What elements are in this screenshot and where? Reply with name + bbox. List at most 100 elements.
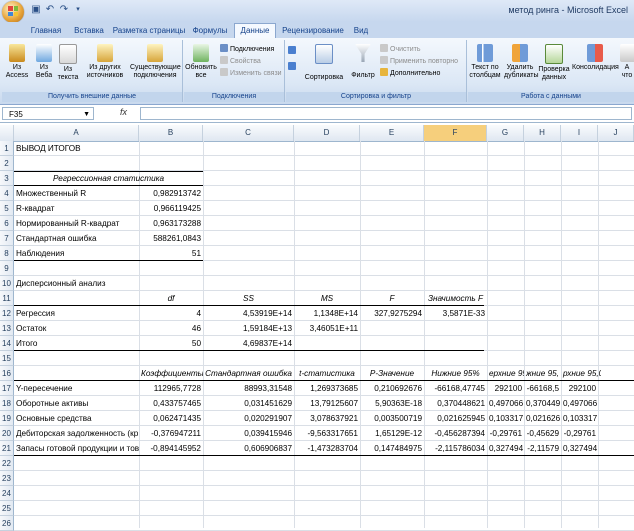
row-header-4[interactable]: 4 [0,186,14,201]
cell-h20[interactable]: -0,45629 [524,426,561,441]
cell-b14[interactable]: 50 [139,336,203,351]
cell-a19[interactable]: Основные средства [14,411,139,426]
edit-links-button[interactable]: Изменить связи [220,68,282,79]
cell-a14[interactable]: Итого [14,336,139,351]
connections-button[interactable]: Подключения [220,44,274,55]
cell-b4[interactable]: 0,982913742 [139,186,203,201]
insert-function-icon[interactable]: fx [120,107,127,117]
cell-g17[interactable]: 292100 [487,381,524,396]
cell-a17[interactable]: Y-пересечение [14,381,139,396]
cell-a13[interactable]: Остаток [14,321,139,336]
redo-icon[interactable]: ↷ [58,4,70,16]
row-header-1[interactable]: 1 [0,141,14,156]
cell-c17[interactable]: 88993,31548 [203,381,294,396]
formula-input[interactable] [140,107,632,120]
row-header-5[interactable]: 5 [0,201,14,216]
cell-i16[interactable]: рхние 95,0% [561,366,601,381]
column-header-i[interactable]: I [561,125,598,141]
tab-review[interactable]: Рецензирование [280,24,346,38]
cell-b6[interactable]: 0,963173288 [139,216,203,231]
column-header-b[interactable]: B [139,125,203,141]
remove-duplicates-button[interactable]: Удалить дубликаты [504,44,539,80]
what-if-button[interactable]: Ачто [620,44,634,80]
cell-d17[interactable]: 1,269373685 [294,381,360,396]
cell-f18[interactable]: 0,370448621 [424,396,487,411]
cell-a1[interactable]: ВЫВОД ИТОГОВ [14,141,214,156]
cell-b7[interactable]: 588261,0843 [139,231,203,246]
undo-icon[interactable]: ↶ [44,4,56,16]
cell-d12[interactable]: 1,1348E+14 [294,306,360,321]
row-header-11[interactable]: 11 [0,291,14,306]
cell-a8[interactable]: Наблюдения [14,246,139,261]
cell-a7[interactable]: Стандартная ошибка [14,231,139,246]
cell-e17[interactable]: 0,210692676 [360,381,424,396]
text-to-columns-button[interactable]: Текст по столбцам [468,44,502,80]
row-header-9[interactable]: 9 [0,261,14,276]
cell-h19[interactable]: 0,021626 [524,411,561,426]
filter-button[interactable]: Фильтр [348,44,378,80]
row-header-3[interactable]: 3 [0,171,14,186]
column-header-e[interactable]: E [360,125,424,141]
cell-a4[interactable]: Множественный R [14,186,139,201]
row-header-23[interactable]: 23 [0,471,14,486]
row-header-14[interactable]: 14 [0,336,14,351]
cell-e18[interactable]: 5,90363E-18 [360,396,424,411]
cell-f16[interactable]: Нижние 95% [424,366,487,381]
office-button[interactable] [2,1,24,23]
cell-c12[interactable]: 4,53919E+14 [203,306,294,321]
row-header-26[interactable]: 26 [0,516,14,531]
cell-d20[interactable]: -9,563317651 [294,426,360,441]
cell-b12[interactable]: 4 [139,306,203,321]
cell-i17[interactable]: 292100 [561,381,598,396]
cell-e16[interactable]: P-Значение [360,366,424,381]
cell-d16[interactable]: t-статистика [294,366,360,381]
cell-d13[interactable]: 3,46051E+11 [294,321,360,336]
cell-h21[interactable]: -2,11579 [524,441,561,456]
cell-c18[interactable]: 0,031451629 [203,396,294,411]
cell-b13[interactable]: 46 [139,321,203,336]
cell-d19[interactable]: 3,078637921 [294,411,360,426]
row-header-20[interactable]: 20 [0,426,14,441]
cell-b16[interactable]: Коэффициенты [139,366,203,381]
row-header-21[interactable]: 21 [0,441,14,456]
cell-g20[interactable]: -0,29761 [487,426,524,441]
cell-a18[interactable]: Оборотные активы [14,396,139,411]
cell-d18[interactable]: 13,79125607 [294,396,360,411]
existing-connections-button[interactable]: Существующие подключения [130,44,181,80]
cell-e21[interactable]: 0,147484975 [360,441,424,456]
row-header-7[interactable]: 7 [0,231,14,246]
row-header-2[interactable]: 2 [0,156,14,171]
row-header-18[interactable]: 18 [0,396,14,411]
cell-a12[interactable]: Регрессия [14,306,139,321]
cell-b11[interactable]: df [139,291,203,306]
cell-e20[interactable]: 1,65129E-12 [360,426,424,441]
cell-b19[interactable]: 0,062471435 [139,411,203,426]
cell-g19[interactable]: 0,103317 [487,411,524,426]
row-header-24[interactable]: 24 [0,486,14,501]
cell-c21[interactable]: 0,606906837 [203,441,294,456]
row-header-22[interactable]: 22 [0,456,14,471]
cell-a20[interactable]: Дебиторская задолженность (кр [14,426,139,441]
row-header-17[interactable]: 17 [0,381,14,396]
from-other-sources-button[interactable]: Из других источников [82,44,128,80]
reapply-button[interactable]: Применить повторно [380,56,458,67]
column-header-j[interactable]: J [598,125,634,141]
column-header-c[interactable]: C [203,125,294,141]
cell-i19[interactable]: 0,103317 [561,411,598,426]
cell-e12[interactable]: 327,9275294 [360,306,424,321]
column-header-h[interactable]: H [524,125,561,141]
row-header-12[interactable]: 12 [0,306,14,321]
data-validation-button[interactable]: Проверка данных [538,44,570,82]
cell-d11[interactable]: MS [294,291,360,306]
from-access-button[interactable]: Из Access [4,44,30,80]
name-box[interactable]: F35 ▼ [2,107,94,120]
row-header-19[interactable]: 19 [0,411,14,426]
cell-b5[interactable]: 0,966119425 [139,201,203,216]
cell-h16[interactable]: жние 95, [524,366,561,381]
row-header-15[interactable]: 15 [0,351,14,366]
row-header-13[interactable]: 13 [0,321,14,336]
tab-insert[interactable]: Вставка [70,24,108,38]
sort-za-icon[interactable] [288,62,298,73]
cell-e11[interactable]: F [360,291,424,306]
cell-c20[interactable]: 0,039415946 [203,426,294,441]
